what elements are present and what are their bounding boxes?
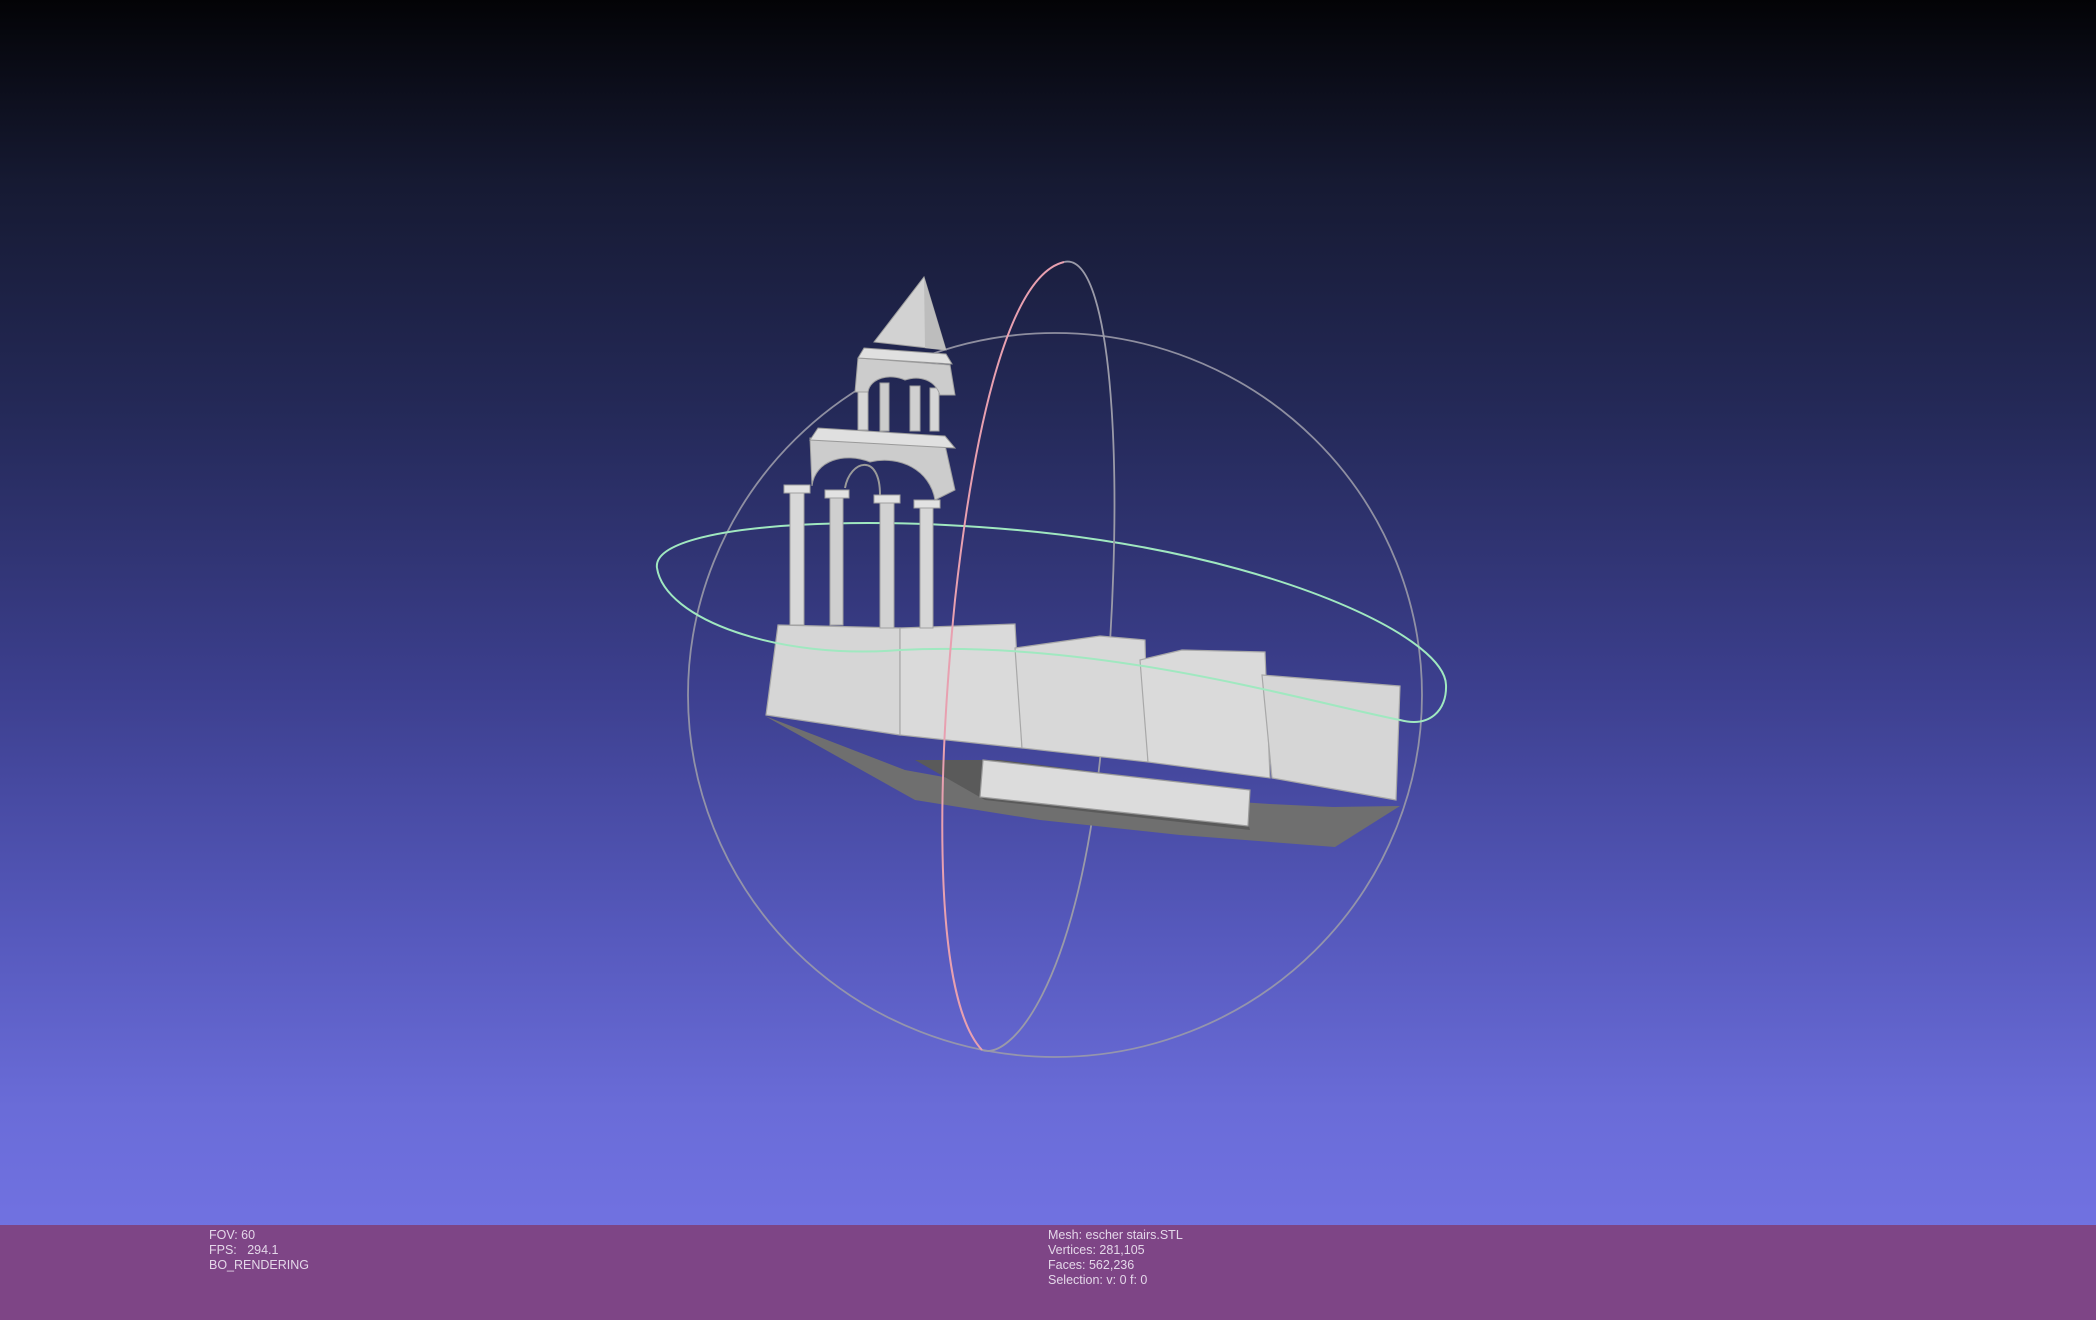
fps-label: FPS: 294.1 — [209, 1243, 279, 1257]
bell-tower — [783, 275, 957, 629]
stair-step-2 — [899, 623, 1023, 749]
stair-step-3 — [1014, 635, 1149, 763]
scene-canvas[interactable] — [0, 0, 2096, 1320]
selection-label: Selection: v: 0 f: 0 — [1048, 1273, 1148, 1287]
info-bar: FOV: 60 FPS: 294.1 BO_RENDERING Mesh: es… — [0, 1225, 2096, 1320]
faces-label: Faces: 562,236 — [1048, 1258, 1135, 1272]
mesh-name-label: Mesh: escher stairs.STL — [1048, 1228, 1183, 1242]
render-mode-label: BO_RENDERING — [209, 1258, 310, 1272]
3d-viewport[interactable] — [0, 0, 2096, 1320]
stair-step-1 — [765, 624, 901, 736]
vertices-label: Vertices: 281,105 — [1048, 1243, 1145, 1257]
fov-label: FOV: 60 — [209, 1228, 256, 1242]
escher-stairs-model[interactable] — [765, 275, 1401, 847]
